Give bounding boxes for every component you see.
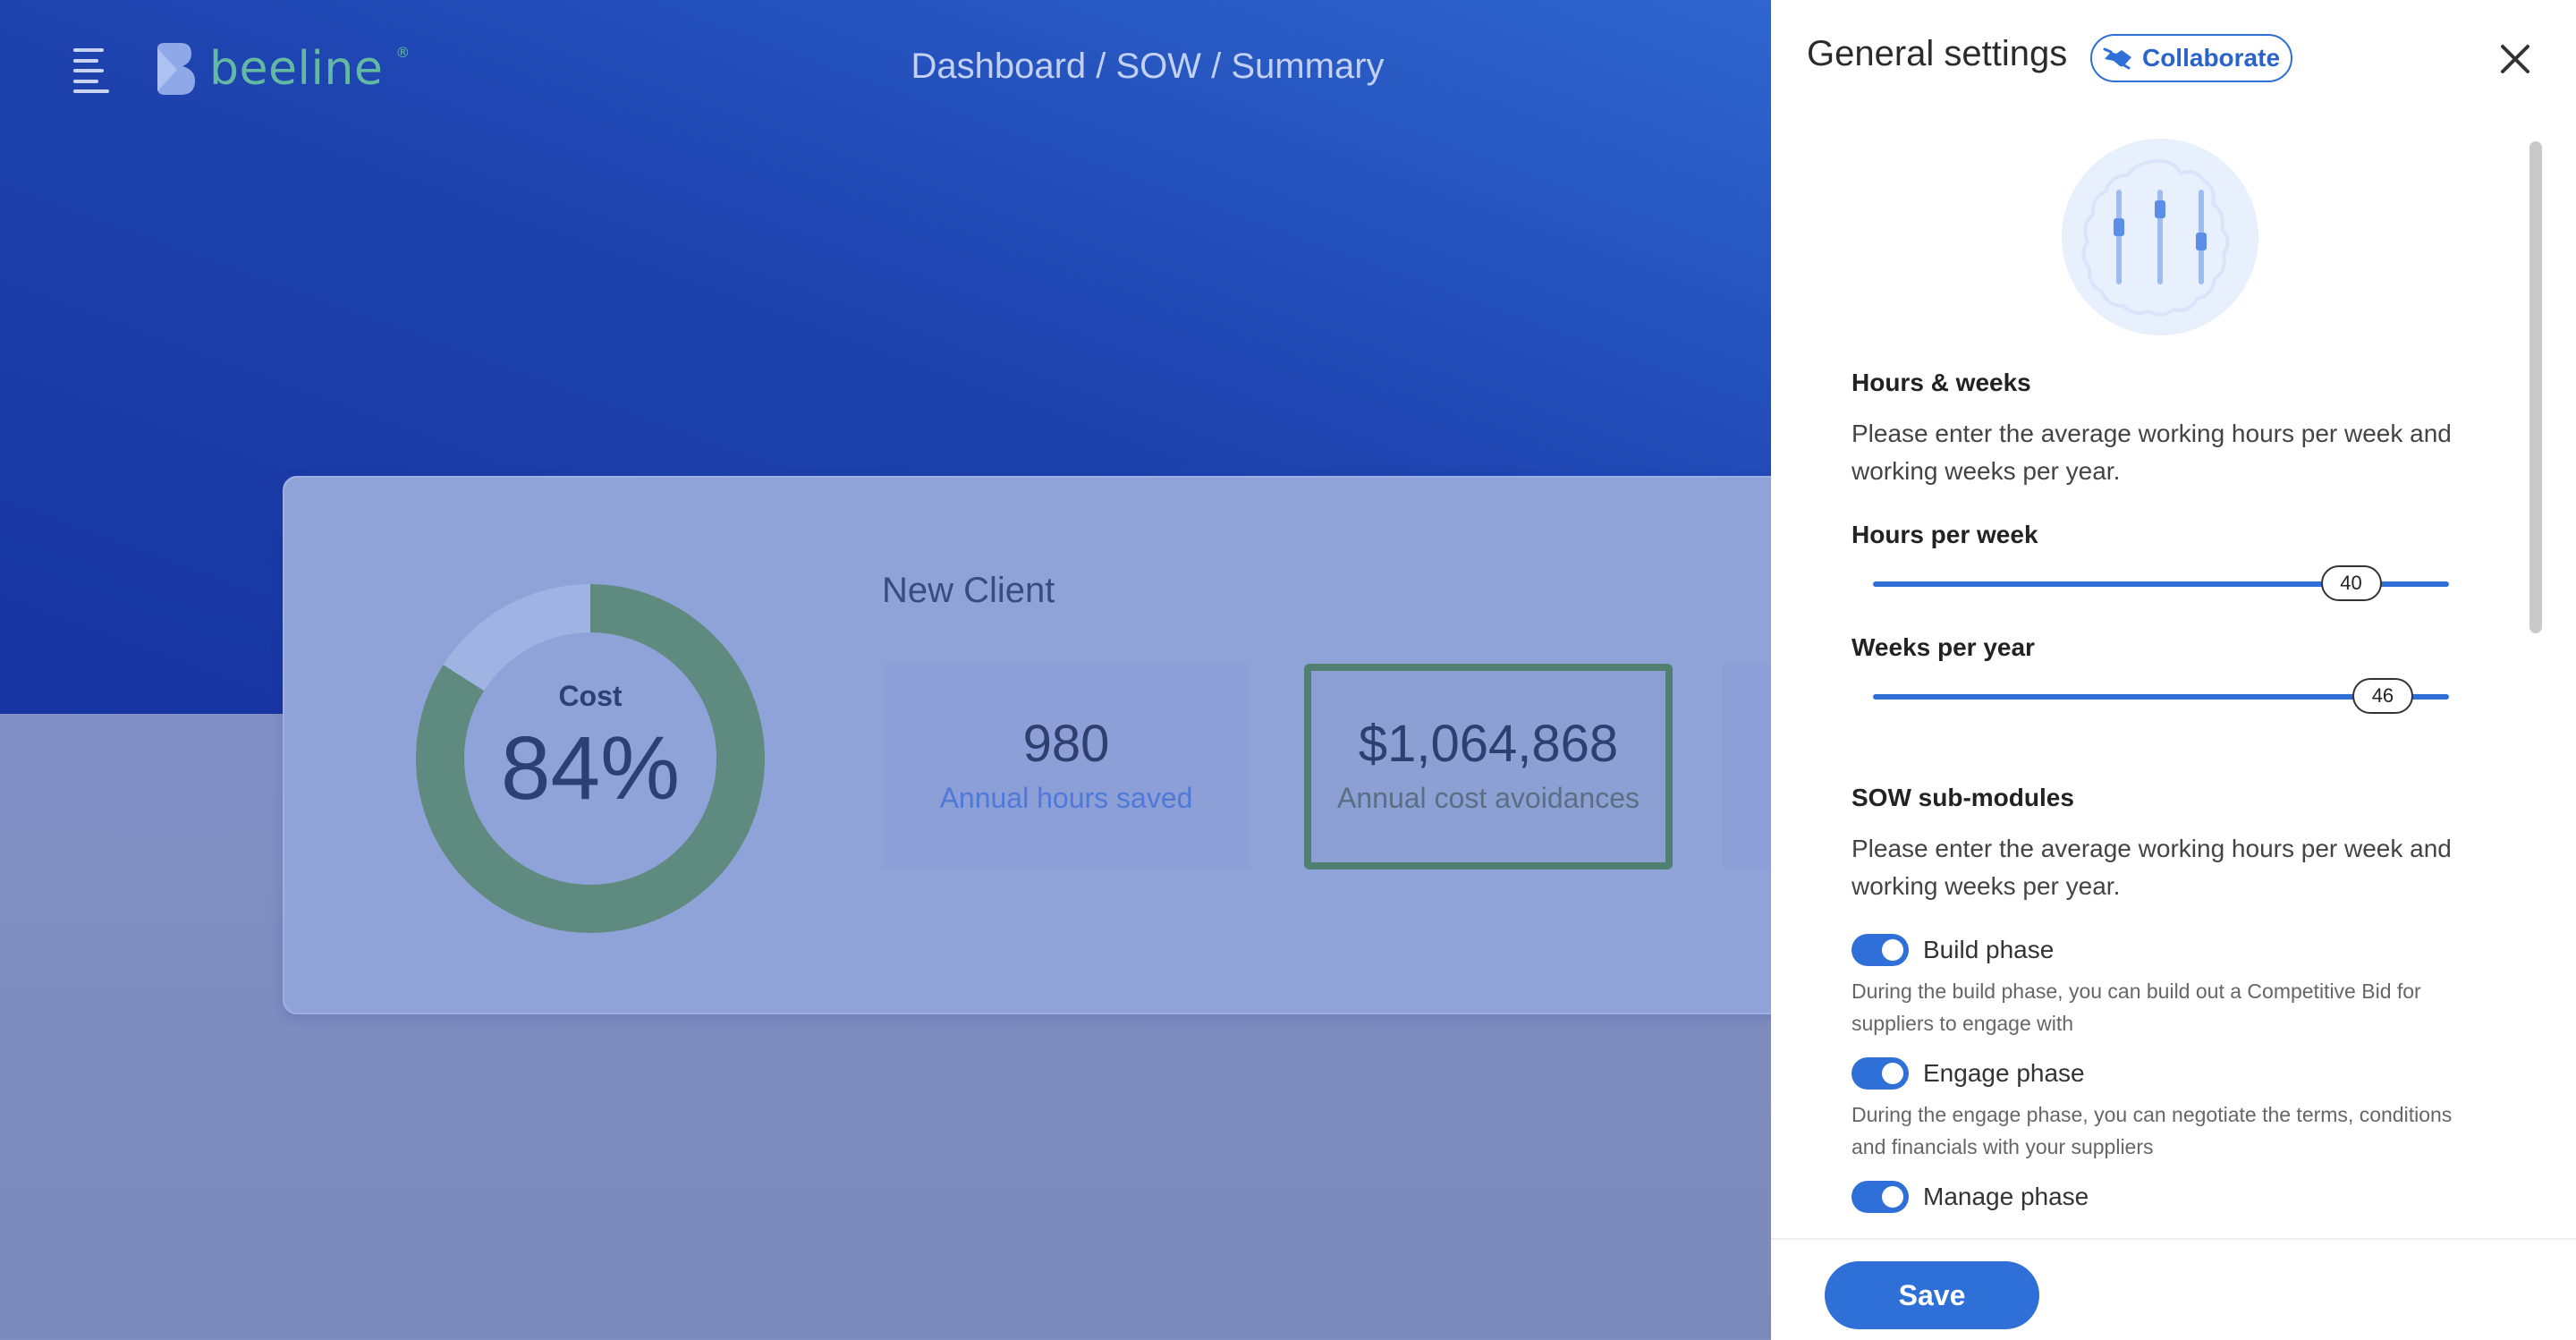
top-bar: beeline ® Dashboard / SOW / Summary: [0, 0, 1771, 143]
toggle-description: During the engage phase, you can negotia…: [1852, 1103, 2453, 1158]
collaborate-label: Collaborate: [2141, 44, 2281, 72]
summary-card: Cost 84% New Client 980 Annual hours sav…: [283, 476, 1771, 1014]
metric-cost-avoidances[interactable]: $1,064,868 Annual cost avoidances: [1304, 664, 1673, 869]
hours-weeks-description: Please enter the average working hours p…: [1852, 420, 2452, 485]
metric-value: $1,064,868: [1358, 714, 1619, 773]
client-name: New Client: [882, 571, 1055, 610]
save-button[interactable]: Save: [1825, 1261, 2039, 1329]
close-icon[interactable]: [2497, 41, 2533, 77]
slider-thumb[interactable]: 40: [2320, 565, 2382, 601]
donut-value: 84%: [500, 718, 681, 818]
hours-per-week-slider[interactable]: 40: [1873, 562, 2449, 606]
build-phase-toggle[interactable]: [1852, 934, 1909, 966]
sow-submodules-title: SOW sub-modules: [1852, 784, 2074, 811]
weeks-per-year-slider[interactable]: 46: [1873, 674, 2449, 719]
toggle-label: Engage phase: [1923, 1059, 2085, 1087]
toggle-label: Build phase: [1923, 936, 2055, 963]
slider-thumb[interactable]: 46: [2351, 678, 2413, 714]
toggle-label: Manage phase: [1923, 1183, 2089, 1210]
general-settings-panel: General settings Collaborate Hours & wee…: [1771, 0, 2576, 1340]
settings-sliders-icon: [2062, 139, 2258, 335]
handshake-icon: [2103, 47, 2131, 70]
collaborate-button[interactable]: Collaborate: [2090, 34, 2292, 82]
dashboard-page: beeline ® Dashboard / SOW / Summary Cost…: [0, 0, 1771, 1338]
breadcrumb: Dashboard / SOW / Summary: [911, 47, 1385, 86]
scrollbar-thumb[interactable]: [2529, 141, 2542, 633]
panel-title: General settings: [1807, 34, 2068, 73]
toggle-description: During the build phase, you can build ou…: [1852, 980, 2421, 1035]
sow-submodules-description: Please enter the average working hours p…: [1852, 835, 2452, 900]
panel-body[interactable]: Hours & weeks Please enter the average w…: [1771, 116, 2576, 1238]
metric-hours-saved[interactable]: 980 Annual hours saved: [882, 664, 1250, 869]
engage-phase-toggle[interactable]: [1852, 1057, 1909, 1090]
manage-phase-toggle[interactable]: [1852, 1181, 1909, 1213]
hours-weeks-title: Hours & weeks: [1852, 369, 2031, 396]
panel-footer: Save: [1771, 1238, 2576, 1340]
panel-header: General settings Collaborate: [1771, 0, 2576, 116]
metric-partial[interactable]: [1723, 664, 1771, 869]
hours-per-week-label: Hours per week: [1852, 521, 2038, 548]
metric-label: Annual cost avoidances: [1337, 781, 1640, 814]
metric-value: 980: [1022, 714, 1110, 773]
metric-label: Annual hours saved: [939, 781, 1193, 814]
donut-label: Cost: [558, 680, 623, 712]
weeks-per-year-label: Weeks per year: [1852, 633, 2035, 661]
